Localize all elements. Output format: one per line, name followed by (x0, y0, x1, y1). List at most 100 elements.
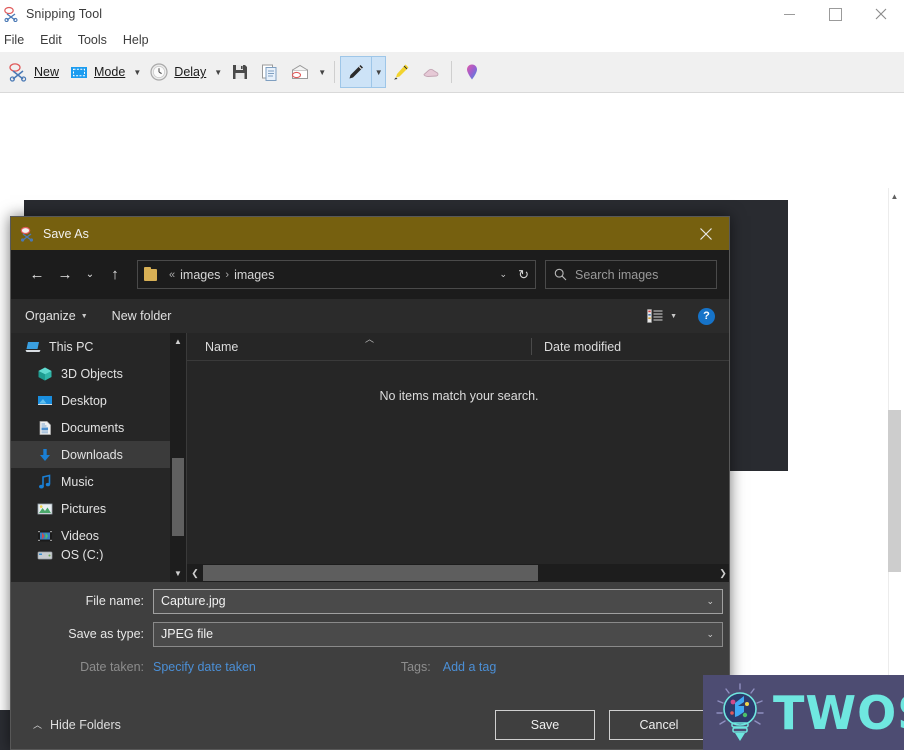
organize-label: Organize (25, 309, 76, 323)
tree-vertical-scrollbar[interactable]: ▲ ▼ (170, 333, 186, 582)
specify-date-taken-link[interactable]: Specify date taken (153, 660, 256, 674)
dialog-fields: File name: Capture.jpg ⌄ Save as type: J… (11, 582, 729, 702)
organize-button[interactable]: Organize ▼ (25, 309, 88, 323)
minimize-icon[interactable] (766, 0, 812, 28)
column-header-name[interactable]: Name ︿ (187, 334, 531, 354)
address-bar[interactable]: « images › images ⌄ ↻ (137, 260, 536, 289)
menu-file[interactable]: File (0, 31, 32, 49)
title-bar: Snipping Tool (0, 0, 904, 28)
save-as-type-row: Save as type: JPEG file ⌄ (11, 620, 729, 648)
highlighter-button[interactable] (386, 56, 416, 88)
eraser-button[interactable] (416, 56, 446, 88)
email-chevron-down-icon[interactable]: ▼ (315, 56, 329, 88)
breadcrumb-item-1[interactable]: images (180, 268, 220, 282)
list-scroll-left-icon[interactable]: ❮ (187, 564, 203, 582)
menu-help[interactable]: Help (115, 31, 157, 49)
cancel-button[interactable]: Cancel (609, 709, 709, 740)
file-list-pane[interactable]: Name ︿ Date modified No items match your… (187, 333, 729, 582)
tree-item-music[interactable]: Music (11, 468, 186, 495)
recent-chevron-down-icon[interactable]: ⌄ (79, 260, 101, 290)
tree-item-3d-objects[interactable]: 3D Objects (11, 360, 186, 387)
address-chevron-down-icon[interactable]: ⌄ (499, 269, 507, 280)
dialog-navigation-bar: ← → ⌄ ↑ « images › images ⌄ ↻ Search ima… (11, 250, 729, 299)
new-folder-button[interactable]: New folder (112, 309, 172, 323)
help-icon[interactable]: ? (698, 307, 715, 325)
mode-chevron-down-icon[interactable]: ▼ (130, 56, 144, 88)
tree-scroll-thumb[interactable] (172, 458, 184, 536)
delay-button-label: Delay (174, 65, 207, 79)
view-options[interactable]: ▼ (647, 309, 677, 323)
breadcrumb-separator: › (225, 268, 230, 281)
refresh-icon[interactable]: ↻ (518, 267, 529, 283)
pen-chevron-down-icon[interactable]: ▼ (372, 56, 387, 88)
search-input[interactable]: Search images (545, 260, 717, 289)
metadata-row: Date taken: Specify date taken Tags: Add… (11, 654, 729, 680)
pen-button[interactable] (340, 56, 373, 88)
list-scroll-thumb[interactable] (203, 565, 538, 581)
tree-item-videos[interactable]: Videos (11, 522, 186, 549)
selection-rectangle-icon (69, 62, 89, 82)
view-list-icon[interactable] (647, 309, 663, 323)
file-name-value: Capture.jpg (161, 594, 226, 608)
delay-button[interactable]: Delay (144, 56, 211, 88)
close-icon[interactable] (858, 0, 904, 28)
menu-edit[interactable]: Edit (32, 31, 70, 49)
tree-item-downloads[interactable]: Downloads (11, 441, 186, 468)
breadcrumb-item-2[interactable]: images (234, 268, 274, 282)
forward-arrow-icon[interactable]: → (51, 260, 79, 290)
editor-button[interactable] (457, 56, 487, 88)
tree-item-desktop[interactable]: Desktop (11, 387, 186, 414)
hide-folders-label: Hide Folders (50, 717, 121, 732)
add-a-tag-link[interactable]: Add a tag (443, 660, 497, 674)
file-name-input[interactable]: Capture.jpg ⌄ (153, 588, 723, 614)
scroll-up-icon[interactable]: ▲ (888, 188, 901, 204)
save-snip-button[interactable] (225, 56, 255, 88)
save-button[interactable]: Save (495, 709, 595, 740)
highlighter-icon (391, 62, 411, 82)
tree-scroll-up-icon[interactable]: ▲ (170, 333, 186, 350)
navigation-tree[interactable]: This PC 3D Objects Desktop Documents Dow… (11, 333, 187, 582)
view-chevron-down-icon[interactable]: ▼ (670, 313, 677, 320)
snipping-tool-icon (20, 226, 36, 242)
dialog-close-icon[interactable] (683, 217, 729, 250)
empty-list-message: No items match your search. (379, 389, 539, 403)
file-list-horizontal-scrollbar[interactable]: ❮ ❯ (187, 564, 729, 582)
tree-item-pictures[interactable]: Pictures (11, 495, 186, 522)
save-as-type-label: Save as type: (68, 627, 144, 641)
column-header-date-modified[interactable]: Date modified (531, 338, 621, 355)
menu-tools[interactable]: Tools (70, 31, 115, 49)
maximize-icon[interactable] (812, 0, 858, 28)
column-header-date-label: Date modified (544, 339, 622, 354)
new-button[interactable]: New (4, 56, 64, 88)
up-arrow-icon[interactable]: ↑ (101, 260, 129, 290)
save-as-type-chevron-down-icon[interactable]: ⌄ (706, 629, 714, 640)
tree-item-documents[interactable]: Documents (11, 414, 186, 441)
tree-item-this-pc[interactable]: This PC (11, 333, 186, 360)
chevron-up-icon: ︿ (33, 720, 43, 730)
tree-item-label: OS (C:) (61, 549, 104, 561)
delay-chevron-down-icon[interactable]: ▼ (211, 56, 225, 88)
tree-item-label: Pictures (61, 501, 107, 516)
back-arrow-icon[interactable]: ← (23, 260, 51, 290)
email-button[interactable] (285, 56, 315, 88)
file-name-chevron-down-icon[interactable]: ⌄ (706, 596, 714, 607)
hide-folders-button[interactable]: ︿ Hide Folders (33, 718, 121, 732)
documents-icon (37, 420, 53, 436)
tree-item-label: Desktop (61, 393, 107, 408)
date-taken-label: Date taken: (80, 660, 144, 674)
downloads-icon (37, 447, 53, 463)
mode-button[interactable]: Mode (64, 56, 130, 88)
toolbar-divider-2 (451, 61, 453, 83)
copy-button[interactable] (255, 56, 285, 88)
tree-scroll-down-icon[interactable]: ▼ (170, 565, 186, 582)
save-as-type-select[interactable]: JPEG file ⌄ (153, 621, 723, 647)
tree-item-os-c[interactable]: OS (C:) (11, 549, 186, 561)
search-placeholder: Search images (575, 267, 659, 282)
vertical-scroll-thumb[interactable] (888, 410, 901, 572)
copy-pages-icon (260, 62, 280, 82)
folder-icon (144, 266, 157, 281)
list-scroll-right-icon[interactable]: ❯ (715, 564, 729, 582)
new-button-label: New (34, 65, 60, 79)
eraser-icon (421, 62, 441, 82)
canvas-vertical-scrollbar[interactable]: ▲ ▼ (888, 188, 903, 710)
